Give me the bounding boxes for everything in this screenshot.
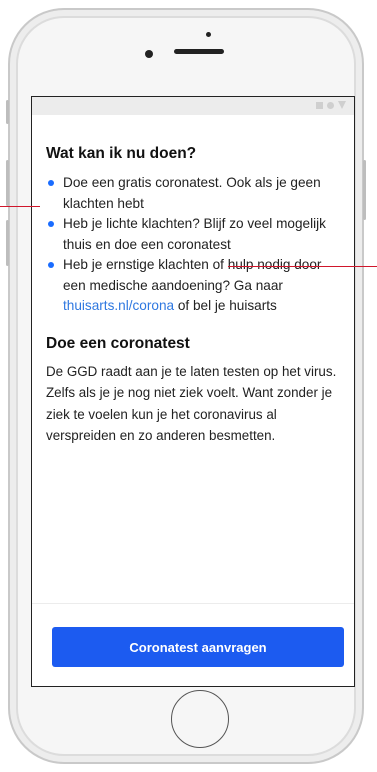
annotation-line (0, 206, 40, 207)
status-icons (316, 101, 346, 109)
side-button (6, 100, 9, 124)
annotation-line (228, 266, 377, 267)
speaker-icon (174, 49, 224, 54)
side-button (6, 160, 9, 206)
side-button (363, 160, 366, 220)
circle-icon (327, 101, 334, 109)
advice-list: Doe een gratis coronatest. Ook als je ge… (46, 173, 340, 317)
body-text: De GGD raadt aan je te laten testen op h… (46, 363, 337, 444)
screen: Wat kan ik nu doen? Doe een gratis coron… (31, 96, 355, 687)
thuisarts-link[interactable]: thuisarts.nl/corona (63, 298, 174, 313)
status-bar (32, 97, 354, 115)
square-icon (316, 101, 323, 109)
side-button (6, 220, 9, 266)
list-item: Heb je ernstige klachten of hulp nodig d… (46, 255, 340, 317)
section-title: Doe een coronatest (46, 334, 190, 352)
content: Wat kan ik nu doen? Doe een gratis coron… (32, 145, 354, 447)
list-item: Doe een gratis coronatest. Ook als je ge… (46, 173, 340, 214)
list-item: Heb je lichte klachten? Blijf zo veel mo… (46, 214, 340, 255)
camera-icon (145, 50, 153, 58)
home-button[interactable] (171, 690, 229, 748)
triangle-icon (338, 101, 346, 109)
bottom-bar: Coronatest aanvragen (32, 603, 354, 686)
section-title: Wat kan ik nu doen? (46, 145, 197, 162)
sensor-icon (206, 32, 211, 37)
request-test-button[interactable]: Coronatest aanvragen (52, 627, 344, 667)
